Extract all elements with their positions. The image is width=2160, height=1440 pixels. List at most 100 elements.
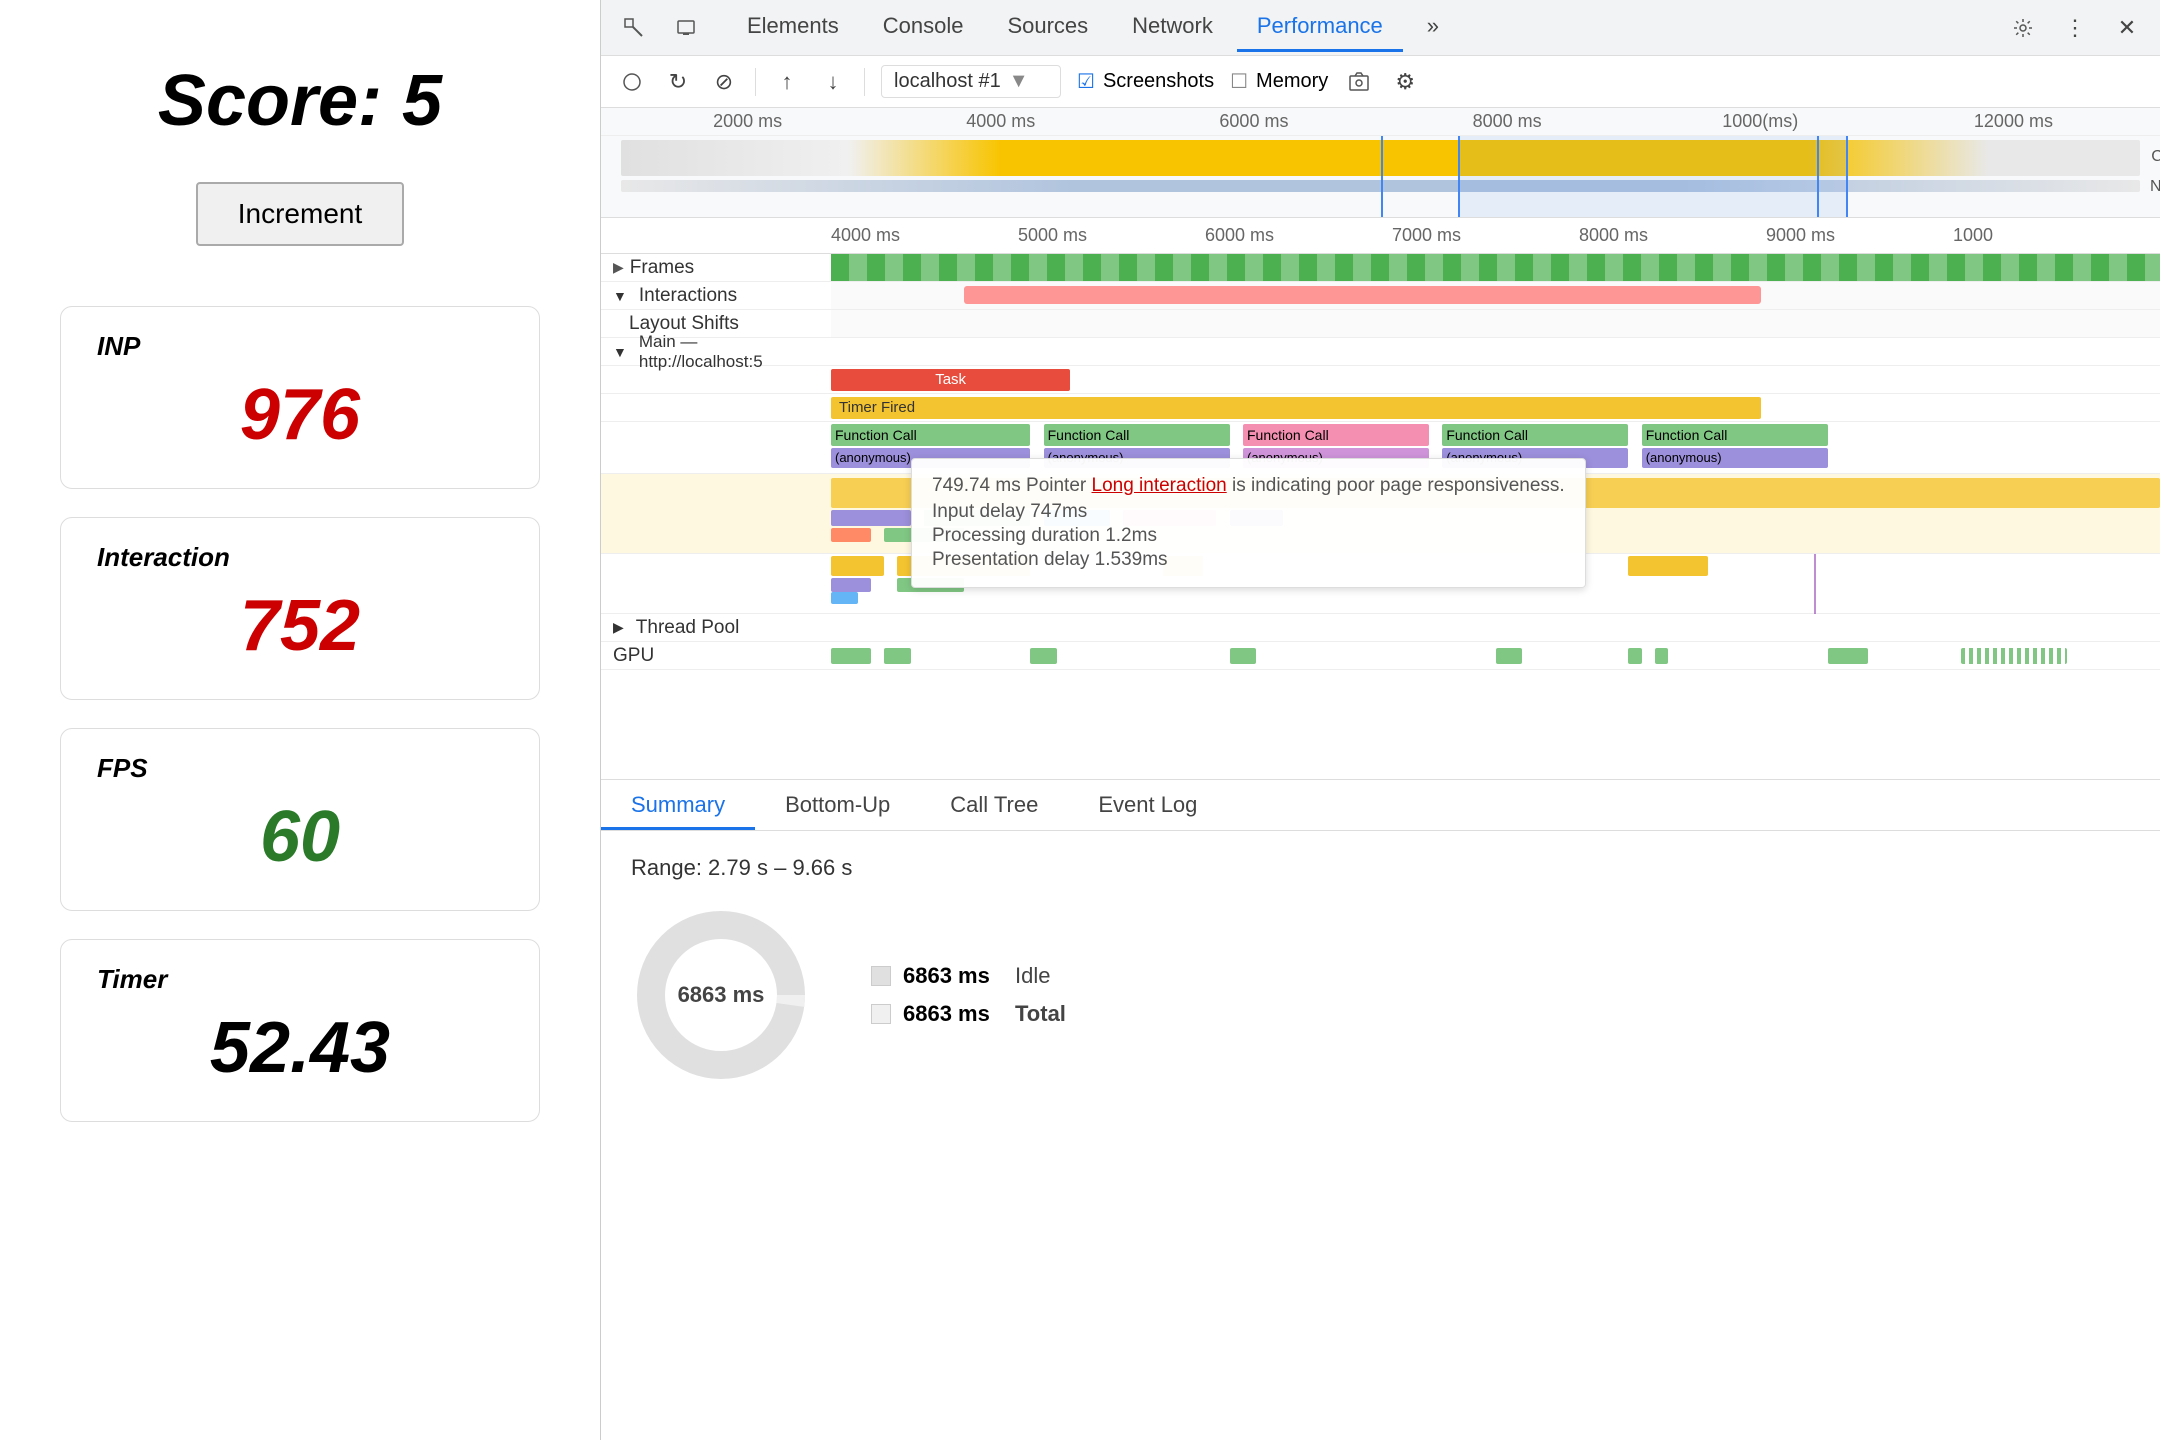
fn-call-4[interactable]: Function Call bbox=[1442, 424, 1628, 446]
timeline-main: 4000 ms 5000 ms 6000 ms 7000 ms 8000 ms … bbox=[601, 218, 2160, 779]
close-icon[interactable]: ✕ bbox=[2110, 11, 2144, 45]
settings-icon[interactable] bbox=[2006, 11, 2040, 45]
metric-value-fps: 60 bbox=[97, 796, 503, 878]
timer-fired-bar[interactable]: Timer Fired bbox=[831, 397, 1761, 419]
fn-call-5-anon: (anonymous) bbox=[1642, 448, 1828, 468]
summary-content: 6863 ms 6863 ms Idle 6863 ms Total bbox=[631, 905, 2130, 1085]
metric-card-interaction: Interaction 752 bbox=[60, 517, 540, 700]
gpu-label: GPU bbox=[601, 642, 831, 669]
total-name: Total bbox=[1015, 1001, 1066, 1027]
metric-value-inp: 976 bbox=[97, 374, 503, 456]
memory-toggle[interactable]: ☐ Memory bbox=[1230, 69, 1328, 94]
capture-icon[interactable] bbox=[1344, 67, 1374, 97]
thread-pool-content bbox=[831, 615, 2160, 641]
task-bar-red[interactable]: Task bbox=[831, 369, 1070, 391]
tooltip-input-delay: Input delay 747ms bbox=[932, 501, 1565, 523]
total-swatch bbox=[871, 1004, 891, 1024]
main-thread-arrow[interactable]: ▼ bbox=[613, 344, 627, 360]
increment-button[interactable]: Increment bbox=[196, 182, 405, 246]
overview-selection[interactable] bbox=[1458, 136, 1848, 218]
mt-4 bbox=[1628, 556, 1708, 576]
fn-call-3[interactable]: Function Call bbox=[1243, 424, 1429, 446]
timeline-overview[interactable]: 2000 ms 4000 ms 6000 ms 8000 ms 1000(ms)… bbox=[601, 108, 2160, 218]
cpu-label: CPU bbox=[2151, 148, 2160, 166]
thread-pool-arrow[interactable]: ▶ bbox=[613, 619, 624, 636]
fn-call-1[interactable]: Function Call bbox=[831, 424, 1030, 446]
metric-value-timer: 52.43 bbox=[97, 1007, 503, 1089]
summary-legend: 6863 ms Idle 6863 ms Total bbox=[871, 963, 1066, 1027]
tab-network[interactable]: Network bbox=[1112, 3, 1233, 52]
frames-chevron[interactable]: ▶ bbox=[613, 259, 624, 276]
metric-card-inp: INP 976 bbox=[60, 306, 540, 489]
gpu-bar-group bbox=[1961, 648, 2067, 664]
reload-icon[interactable]: ↻ bbox=[663, 67, 693, 97]
timeline-ruler: 4000 ms 5000 ms 6000 ms 7000 ms 8000 ms … bbox=[601, 218, 2160, 254]
mt-1 bbox=[831, 556, 884, 576]
frames-label: ▶ Frames bbox=[601, 254, 831, 281]
tab-sources[interactable]: Sources bbox=[987, 3, 1108, 52]
timer-fired-row: Timer Fired bbox=[601, 394, 2160, 422]
score-title: Score: 5 bbox=[158, 60, 442, 142]
donut-chart: 6863 ms bbox=[631, 905, 811, 1085]
fn-call-5[interactable]: Function Call bbox=[1642, 424, 1828, 446]
interactions-label: ▼ Interactions bbox=[601, 282, 831, 309]
tab-console[interactable]: Console bbox=[863, 3, 984, 52]
download-icon[interactable]: ↓ bbox=[818, 67, 848, 97]
screenshots-toggle[interactable]: ☑ Screenshots bbox=[1077, 69, 1214, 94]
tab-elements[interactable]: Elements bbox=[727, 3, 859, 52]
clear-icon[interactable]: ⊘ bbox=[709, 67, 739, 97]
gear-icon[interactable]: ⚙ bbox=[1390, 67, 1420, 97]
gpu-bar-5 bbox=[1496, 648, 1523, 664]
layout-shifts-content bbox=[831, 311, 2160, 337]
fn-call-2[interactable]: Function Call bbox=[1044, 424, 1230, 446]
inspect-icon[interactable] bbox=[617, 11, 651, 45]
record-icon[interactable] bbox=[617, 67, 647, 97]
tab-performance[interactable]: Performance bbox=[1237, 3, 1403, 52]
marker-right bbox=[1817, 136, 1819, 218]
tab-more[interactable]: » bbox=[1407, 3, 1459, 52]
long-interaction-link[interactable]: Long interaction bbox=[1092, 475, 1227, 496]
upload-icon[interactable]: ↑ bbox=[772, 67, 802, 97]
divider-1 bbox=[755, 68, 756, 96]
gpu-bar-4 bbox=[1230, 648, 1257, 664]
tab-call-tree[interactable]: Call Tree bbox=[920, 780, 1068, 830]
tab-event-log[interactable]: Event Log bbox=[1068, 780, 1227, 830]
layout-shifts-track: Layout Shifts bbox=[601, 310, 2160, 338]
donut-label: 6863 ms bbox=[678, 982, 765, 1008]
metric-label-inp: INP bbox=[97, 331, 503, 362]
devtools-panel: Elements Console Sources Network Perform… bbox=[600, 0, 2160, 1440]
divider-2 bbox=[864, 68, 865, 96]
main-thread-track: ▼ Main — http://localhost:5 bbox=[601, 338, 2160, 366]
bottom-tabs: Summary Bottom-Up Call Tree Event Log bbox=[601, 779, 2160, 831]
interaction-bar[interactable] bbox=[964, 286, 1761, 304]
main-thread-content bbox=[831, 338, 2160, 366]
interactions-label-row: ▼ Interactions bbox=[601, 282, 2160, 310]
gpu-bar-2 bbox=[884, 648, 911, 664]
more-icon[interactable]: ⋮ bbox=[2058, 11, 2092, 45]
idle-value: 6863 ms bbox=[903, 963, 1003, 989]
purple-marker bbox=[1814, 554, 1816, 614]
range-text: Range: 2.79 s – 9.66 s bbox=[631, 855, 2130, 881]
frames-content bbox=[831, 254, 2160, 281]
thread-pool-track: ▶ Thread Pool bbox=[601, 614, 2160, 642]
metric-value-interaction: 752 bbox=[97, 585, 503, 667]
sub-bar-1 bbox=[831, 510, 911, 526]
timer-fired-content: Timer Fired bbox=[831, 395, 2160, 421]
url-selector[interactable]: localhost #1 ▼ bbox=[881, 65, 1061, 98]
tooltip-presentation: Presentation delay 1.539ms bbox=[932, 549, 1565, 571]
interactions-arrow[interactable]: ▼ bbox=[613, 288, 627, 304]
device-icon[interactable] bbox=[669, 11, 703, 45]
interactions-content bbox=[831, 282, 2160, 310]
interaction-tooltip: 749.74 ms Pointer Long interaction is in… bbox=[911, 458, 1586, 588]
tab-summary[interactable]: Summary bbox=[601, 780, 755, 830]
gpu-bar-3 bbox=[1030, 648, 1057, 664]
devtools-header: Elements Console Sources Network Perform… bbox=[601, 0, 2160, 56]
metric-label-fps: FPS bbox=[97, 753, 503, 784]
metric-card-fps: FPS 60 bbox=[60, 728, 540, 911]
interactions-section: ▼ Interactions Layout Shifts bbox=[601, 282, 2160, 338]
gpu-bar-6 bbox=[1628, 648, 1641, 664]
mt-5 bbox=[831, 578, 871, 592]
gpu-bar-1 bbox=[831, 648, 871, 664]
devtools-right-icons: ⋮ ✕ bbox=[2006, 11, 2144, 45]
tab-bottom-up[interactable]: Bottom-Up bbox=[755, 780, 920, 830]
